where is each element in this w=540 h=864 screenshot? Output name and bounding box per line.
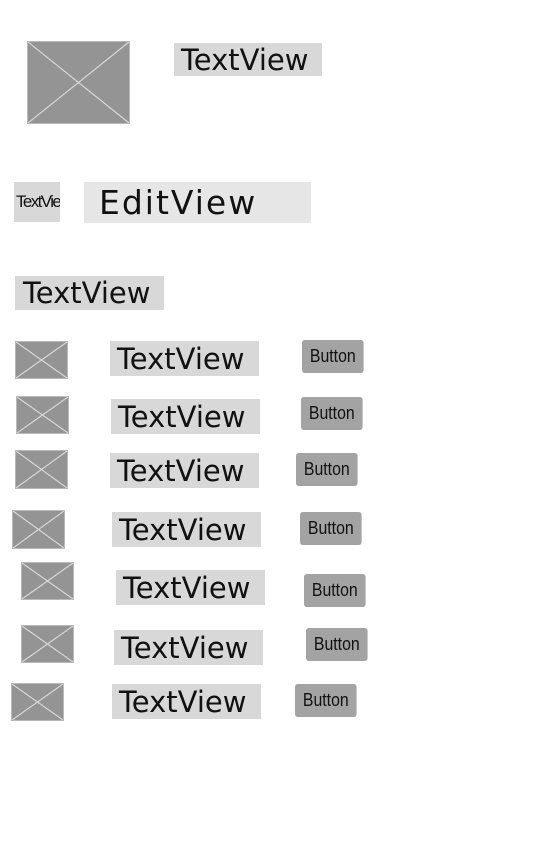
small-label-textview: TextView — [14, 182, 60, 222]
row-button[interactable]: Button — [296, 453, 358, 486]
row-textview: TextView — [116, 570, 265, 605]
row-textview: TextView — [110, 341, 259, 376]
row-button[interactable]: Button — [295, 684, 357, 717]
row-textview: TextView — [110, 453, 259, 488]
row-button[interactable]: Button — [300, 512, 362, 545]
row-image-placeholder-icon — [15, 341, 68, 379]
row-image-placeholder-icon — [16, 396, 69, 434]
row-textview: TextView — [111, 399, 260, 434]
row-button[interactable]: Button — [306, 628, 368, 661]
row-image-placeholder-icon — [15, 450, 68, 489]
row-textview: TextView — [112, 684, 261, 719]
row-button[interactable]: Button — [301, 397, 363, 430]
row-image-placeholder-icon — [21, 625, 74, 663]
header-image-placeholder-icon — [27, 41, 130, 124]
row-textview: TextView — [112, 512, 261, 547]
row-image-placeholder-icon — [12, 510, 65, 549]
section-label-textview: TextView — [15, 276, 164, 310]
row-image-placeholder-icon — [11, 683, 64, 721]
row-textview: TextView — [114, 630, 263, 665]
row-button[interactable]: Button — [302, 340, 364, 373]
row-button[interactable]: Button — [304, 574, 366, 607]
row-image-placeholder-icon — [21, 562, 74, 600]
header-title-textview: TextView — [174, 43, 322, 76]
edit-text-field[interactable]: EditView — [84, 182, 311, 223]
